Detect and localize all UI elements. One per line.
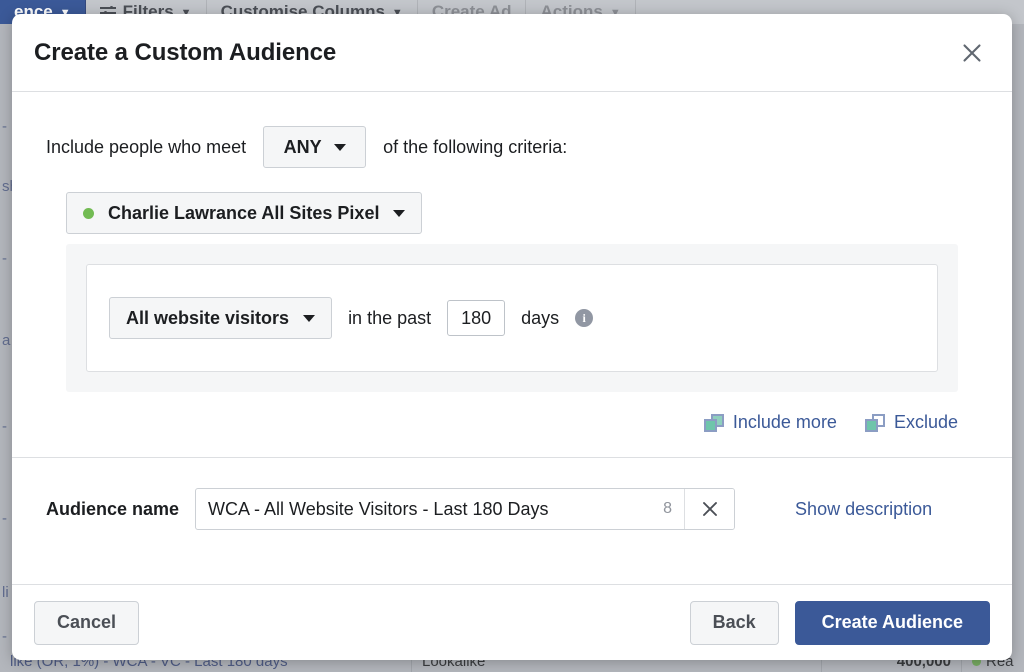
criteria-actions: Include more Exclude [46, 412, 958, 433]
retention-prefix-label: in the past [348, 307, 432, 328]
event-type-value: All website visitors [126, 307, 290, 328]
include-more-icon [703, 413, 724, 432]
audience-name-input[interactable] [196, 489, 664, 529]
rule-group: All website visitors in the past days i [66, 244, 958, 392]
retention-unit-label: days [521, 307, 560, 328]
audience-name-section: Audience name 8 Show description [12, 458, 1012, 530]
audience-name-label: Audience name [46, 498, 180, 519]
create-audience-button[interactable]: Create Audience [794, 600, 990, 645]
exclude-icon [864, 413, 885, 432]
audience-name-field: 8 [195, 488, 736, 530]
chevron-down-icon [393, 209, 406, 217]
event-type-select[interactable]: All website visitors [109, 297, 333, 339]
back-button[interactable]: Back [689, 600, 779, 645]
pixel-source-name: Charlie Lawrance All Sites Pixel [108, 202, 380, 223]
clear-audience-name-button[interactable] [684, 489, 735, 529]
status-dot-icon [83, 207, 94, 219]
info-icon[interactable]: i [575, 309, 594, 327]
rule-card: All website visitors in the past days i [86, 264, 938, 372]
page-title: Create a Custom Audience [34, 38, 337, 66]
include-suffix-label: of the following criteria: [383, 136, 568, 157]
footer-primary-actions: Back Create Audience [689, 600, 990, 645]
close-icon [963, 43, 981, 62]
include-prefix-label: Include people who meet [46, 136, 247, 157]
retention-days-input[interactable] [447, 300, 506, 336]
match-operator-select[interactable]: ANY [263, 126, 367, 168]
audience-name-counter: 8 [663, 500, 673, 517]
include-more-button[interactable]: Include more [703, 412, 837, 433]
exclude-label: Exclude [893, 412, 958, 432]
dialog-header: Create a Custom Audience [12, 14, 1012, 92]
dialog-footer: Cancel Back Create Audience [12, 584, 1012, 660]
pixel-source-select[interactable]: Charlie Lawrance All Sites Pixel [66, 192, 423, 234]
chevron-down-icon [333, 143, 346, 151]
chevron-down-icon [303, 314, 316, 322]
cancel-button[interactable]: Cancel [34, 600, 140, 645]
dialog-body: Include people who meet ANY of the follo… [12, 92, 1012, 584]
create-custom-audience-dialog: Create a Custom Audience Include people … [12, 14, 1012, 660]
include-more-label: Include more [732, 412, 837, 432]
include-rule-line: Include people who meet ANY of the follo… [46, 126, 978, 168]
match-operator-value: ANY [283, 136, 322, 157]
show-description-link[interactable]: Show description [795, 499, 932, 520]
exclude-button[interactable]: Exclude [864, 412, 958, 433]
close-button[interactable] [954, 35, 990, 71]
criteria-section: Include people who meet ANY of the follo… [12, 92, 1012, 458]
close-icon [702, 502, 717, 516]
